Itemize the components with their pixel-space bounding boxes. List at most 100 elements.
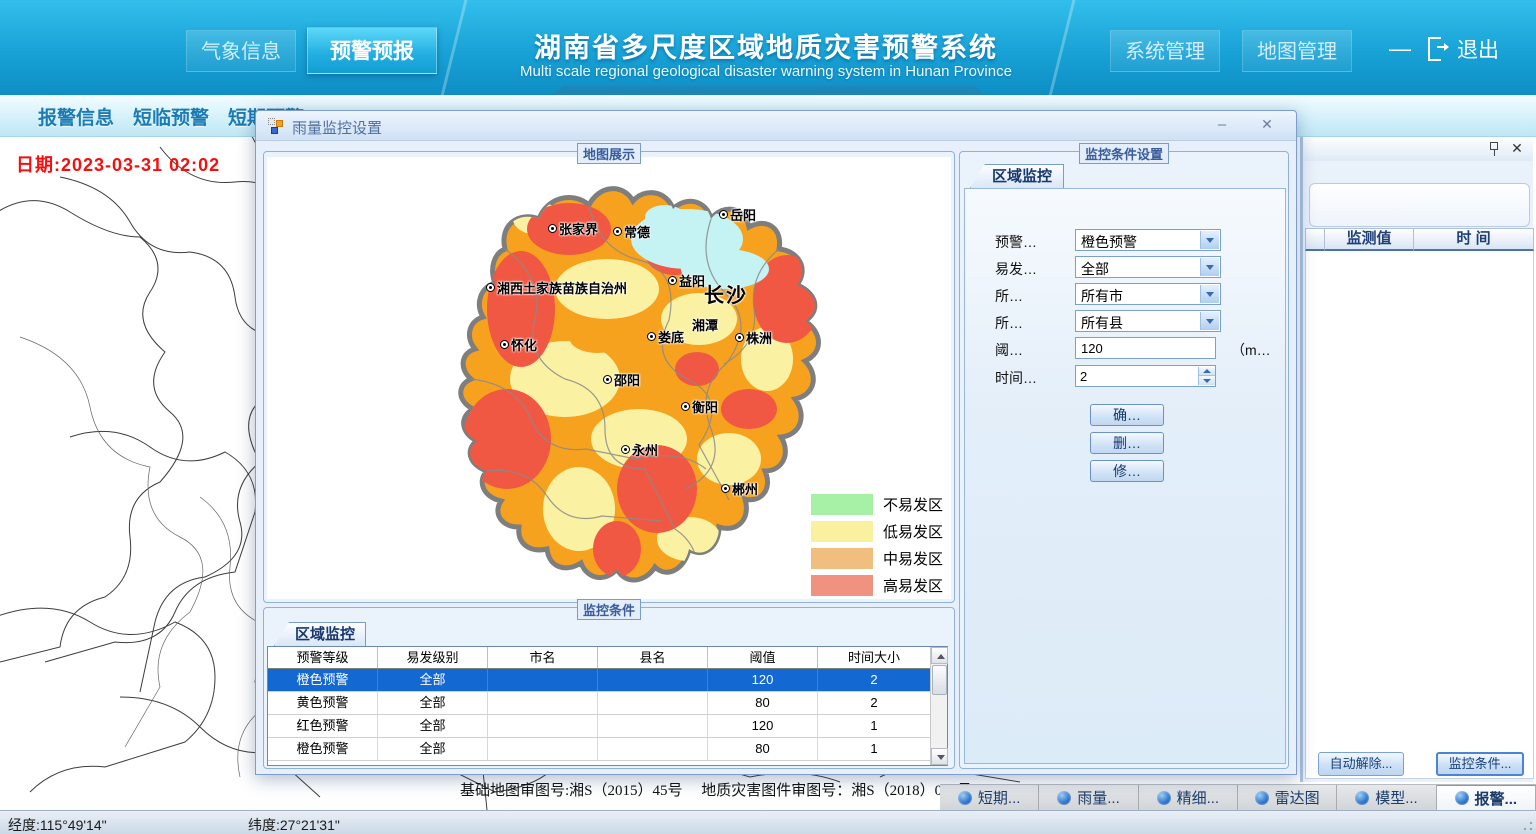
dropdown-1[interactable]: 橙色预警 — [1075, 229, 1221, 251]
taskbar-tab-3[interactable]: 精细... — [1139, 785, 1238, 810]
top-nav-item-right-1[interactable]: 系统管理 — [1110, 30, 1220, 72]
city-label[interactable]: 张家界 — [548, 219, 598, 238]
stepper-down-icon[interactable] — [1199, 376, 1215, 385]
chevron-down-icon[interactable] — [1200, 285, 1219, 303]
scroll-up-icon[interactable] — [931, 647, 948, 664]
tab-area-monitor[interactable]: 区域监控 — [274, 622, 366, 646]
city-label[interactable]: 湘西土家族苗族自治州 — [486, 278, 627, 297]
monitor-condition-button[interactable]: 监控条件... — [1436, 752, 1524, 776]
table-cell: 1 — [818, 715, 931, 737]
subnav-item-2[interactable]: 短临预警 — [133, 103, 209, 130]
table-row[interactable]: 黄色预警全部802 — [268, 692, 947, 715]
city-label[interactable]: 株洲 — [735, 328, 772, 347]
table-col-header[interactable]: 阈值 — [708, 647, 818, 668]
taskbar-tab-label: 雷达图 — [1275, 787, 1320, 808]
legend-swatch — [811, 575, 873, 596]
taskbar-tab-5[interactable]: 模型... — [1337, 785, 1436, 810]
city-label[interactable]: 衡阳 — [681, 397, 718, 416]
input-value: 120 — [1081, 341, 1103, 356]
dock-col-header[interactable]: 时 间 — [1414, 228, 1534, 251]
window-minimize-button[interactable]: — — [1385, 36, 1415, 64]
table-cell: 红色预警 — [268, 715, 378, 737]
table-row[interactable]: 红色预警全部1201 — [268, 715, 947, 738]
city-label[interactable]: 常德 — [613, 222, 650, 241]
legend-row: 低易发区 — [811, 520, 943, 542]
longitude-readout: 经度:115°49'14" — [8, 815, 107, 834]
table-cell: 2 — [818, 669, 931, 691]
subnav-item-1[interactable]: 报警信息 — [38, 103, 114, 130]
city-label[interactable]: 益阳 — [668, 271, 705, 290]
form-field-row: 所…所有县 — [965, 310, 1285, 332]
city-label[interactable]: 郴州 — [721, 479, 758, 498]
dock-close-icon[interactable]: ✕ — [1509, 140, 1525, 156]
scroll-down-icon[interactable] — [931, 748, 948, 765]
table-col-header[interactable]: 时间大小 — [818, 647, 931, 668]
app-window: 气象信息预警预报 湖南省多尺度区域地质灾害预警系统 Multi scale re… — [0, 0, 1536, 834]
pin-icon[interactable] — [1489, 142, 1501, 156]
taskbar-tab-label: 短期... — [978, 787, 1021, 808]
chevron-down-icon[interactable] — [1200, 312, 1219, 330]
table-row[interactable]: 橙色预警全部1202 — [268, 669, 947, 692]
top-nav-item-right-2[interactable]: 地图管理 — [1242, 30, 1352, 72]
dock-col-header[interactable] — [1305, 228, 1325, 251]
city-marker-icon — [721, 484, 730, 493]
field-suffix: （m… — [1231, 340, 1271, 360]
globe-icon — [1057, 791, 1071, 805]
city-name: 怀化 — [511, 335, 537, 354]
app-title: 湖南省多尺度区域地质灾害预警系统 — [466, 26, 1066, 65]
chevron-down-icon[interactable] — [1200, 231, 1219, 249]
taskbar-tab-2[interactable]: 雨量... — [1039, 785, 1138, 810]
dialog-close-button[interactable]: ✕ — [1256, 116, 1278, 136]
table-col-header[interactable]: 县名 — [598, 647, 708, 668]
table-col-header[interactable]: 市名 — [488, 647, 598, 668]
city-label[interactable]: 湘潭 — [692, 315, 718, 334]
city-label[interactable]: 永州 — [621, 440, 658, 459]
city-label[interactable]: 怀化 — [500, 335, 537, 354]
auto-release-button[interactable]: 自动解除... — [1318, 752, 1404, 776]
globe-icon — [1355, 791, 1369, 805]
form-field-row: 时间…2 — [965, 365, 1285, 387]
exit-button[interactable]: 退出 — [1428, 33, 1499, 65]
dialog-titlebar[interactable]: 雨量监控设置 – ✕ — [256, 111, 1296, 141]
chevron-down-icon[interactable] — [1200, 258, 1219, 276]
scroll-thumb[interactable] — [932, 665, 947, 695]
resize-grip[interactable] — [1523, 821, 1533, 831]
confirm-button[interactable]: 确… — [1090, 404, 1164, 426]
dialog-minimize-button[interactable]: – — [1211, 116, 1233, 136]
taskbar-tab-4[interactable]: 雷达图 — [1238, 785, 1337, 810]
city-label[interactable]: 邵阳 — [603, 370, 640, 389]
threshold-input[interactable]: 120 — [1075, 337, 1216, 359]
top-nav-item-1[interactable]: 气象信息 — [186, 30, 296, 72]
dropdown-2[interactable]: 全部 — [1075, 256, 1221, 278]
dock-table-header: 监测值时 间 — [1305, 228, 1534, 251]
table-col-header[interactable]: 预警等级 — [268, 647, 378, 668]
dropdown-4[interactable]: 所有县 — [1075, 310, 1221, 332]
exit-label: 退出 — [1457, 34, 1499, 64]
time-stepper[interactable]: 2 — [1075, 365, 1216, 387]
map-group-label: 地图展示 — [577, 143, 641, 164]
taskbar-tab-label: 报警... — [1475, 788, 1518, 809]
map-legend: 不易发区低易发区中易发区高易发区 — [811, 493, 943, 599]
taskbar-tab-label: 模型... — [1375, 787, 1418, 808]
table-col-header[interactable]: 易发级别 — [378, 647, 488, 668]
delete-button[interactable]: 删… — [1090, 432, 1164, 454]
taskbar-tab-1[interactable]: 短期... — [940, 785, 1039, 810]
hunan-warning-map[interactable]: 张家界常德 岳阳益阳长沙 湘西土家族苗族自治州怀化 娄底湘潭株洲邵阳衡阳永州郴州 不易… — [267, 157, 951, 599]
city-label[interactable]: 长沙 — [704, 279, 748, 308]
stepper-up-icon[interactable] — [1199, 367, 1215, 376]
top-nav-item-2[interactable]: 预警预报 — [307, 27, 437, 74]
dock-col-header[interactable]: 监测值 — [1325, 228, 1414, 251]
table-row[interactable]: 橙色预警全部801 — [268, 738, 947, 761]
table-cell — [598, 669, 708, 691]
tab-area-monitor-settings[interactable]: 区域监控 — [970, 164, 1064, 188]
taskbar-tab-6[interactable]: 报警... — [1437, 785, 1536, 810]
legend-label: 不易发区 — [883, 494, 943, 515]
table-scrollbar[interactable] — [930, 647, 947, 765]
modify-button[interactable]: 修… — [1090, 460, 1164, 482]
city-label[interactable]: 娄底 — [647, 327, 684, 346]
monitor-group-label: 监控条件 — [577, 599, 641, 620]
header-title-ribbon — [545, 86, 993, 95]
city-label[interactable]: 岳阳 — [719, 205, 756, 224]
table-cell — [488, 738, 598, 760]
dropdown-3[interactable]: 所有市 — [1075, 283, 1221, 305]
